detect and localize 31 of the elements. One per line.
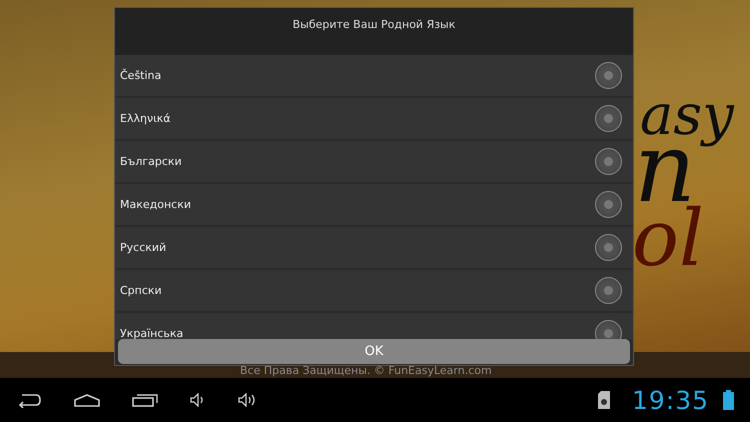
radio-button[interactable] (595, 320, 622, 339)
language-label: Български (120, 155, 182, 168)
language-option[interactable]: Русский (115, 227, 633, 270)
dialog-title: Выберите Ваш Родной Язык (115, 8, 633, 55)
language-option[interactable]: Български (115, 141, 633, 184)
language-label: Македонски (120, 198, 192, 211)
radio-button[interactable] (595, 191, 622, 218)
battery-icon (723, 390, 734, 410)
language-option[interactable]: Српски (115, 270, 633, 313)
language-label: Čeština (120, 69, 162, 82)
language-label: Русский (120, 241, 166, 254)
back-icon[interactable] (16, 392, 42, 408)
logo-text: asy (640, 88, 734, 144)
language-option[interactable]: Čeština (115, 55, 633, 98)
ok-button[interactable]: OK (118, 339, 630, 364)
home-icon[interactable] (74, 393, 100, 407)
recent-apps-icon[interactable] (132, 392, 158, 408)
copyright-text: Все Права Защищены. © FunEasyLearn.com (240, 365, 492, 377)
language-option[interactable]: Македонски (115, 184, 633, 227)
language-label: Српски (120, 284, 162, 297)
language-label: Українська (120, 327, 184, 339)
radio-button[interactable] (595, 234, 622, 261)
radio-button[interactable] (595, 105, 622, 132)
radio-button[interactable] (595, 277, 622, 304)
sd-card-icon (598, 391, 610, 409)
radio-button[interactable] (595, 148, 622, 175)
language-label: Ελληνικά (120, 112, 171, 125)
clock-time: 19:35 (632, 386, 709, 414)
logo-text: ol (632, 200, 704, 278)
language-option[interactable]: Ελληνικά (115, 98, 633, 141)
radio-button[interactable] (595, 62, 622, 89)
